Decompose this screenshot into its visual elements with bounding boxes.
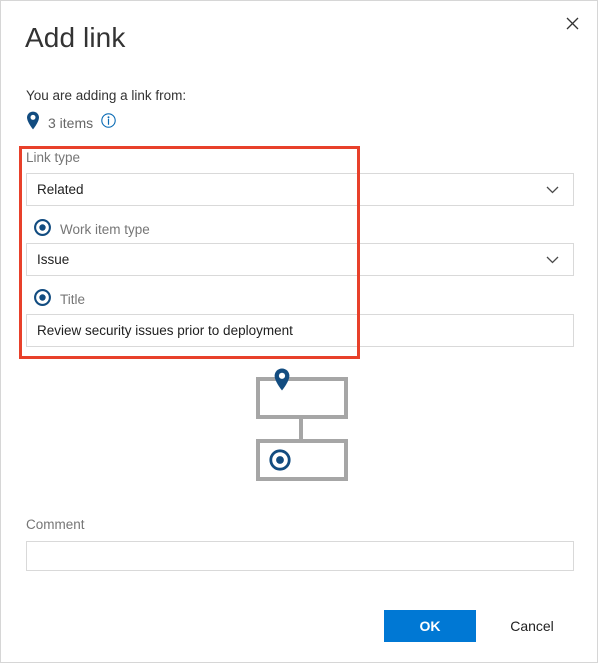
link-relationship-diagram bbox=[251, 366, 361, 491]
pin-icon bbox=[26, 111, 40, 135]
work-item-type-radio[interactable]: Work item type bbox=[34, 219, 150, 241]
comment-input[interactable] bbox=[26, 541, 574, 571]
title-label: Title bbox=[60, 292, 86, 307]
link-type-value: Related bbox=[37, 182, 84, 197]
cancel-button[interactable]: Cancel bbox=[490, 610, 574, 642]
add-link-dialog: Add link You are adding a link from: 3 i… bbox=[0, 0, 598, 663]
work-item-type-label: Work item type bbox=[60, 222, 150, 237]
close-icon bbox=[566, 17, 579, 30]
work-item-type-value: Issue bbox=[37, 252, 70, 267]
source-items-row: 3 items bbox=[26, 111, 116, 135]
work-item-type-select[interactable]: Issue bbox=[26, 243, 574, 276]
title-value: Review security issues prior to deployme… bbox=[37, 323, 293, 338]
link-type-label: Link type bbox=[26, 150, 81, 165]
title-input[interactable]: Review security issues prior to deployme… bbox=[26, 314, 574, 347]
chevron-down-icon bbox=[546, 252, 559, 267]
radio-selected-icon bbox=[34, 219, 51, 241]
ok-button[interactable]: OK bbox=[384, 610, 476, 642]
source-item-count: 3 items bbox=[48, 115, 94, 131]
chevron-down-icon bbox=[546, 182, 559, 197]
comment-label: Comment bbox=[26, 517, 85, 532]
link-type-select[interactable]: Related bbox=[26, 173, 574, 206]
radio-selected-icon bbox=[34, 289, 51, 311]
title-radio[interactable]: Title bbox=[34, 289, 86, 311]
source-prompt: You are adding a link from: bbox=[26, 88, 187, 103]
info-icon[interactable] bbox=[101, 113, 116, 133]
close-button[interactable] bbox=[555, 7, 589, 39]
page-title: Add link bbox=[25, 22, 126, 53]
